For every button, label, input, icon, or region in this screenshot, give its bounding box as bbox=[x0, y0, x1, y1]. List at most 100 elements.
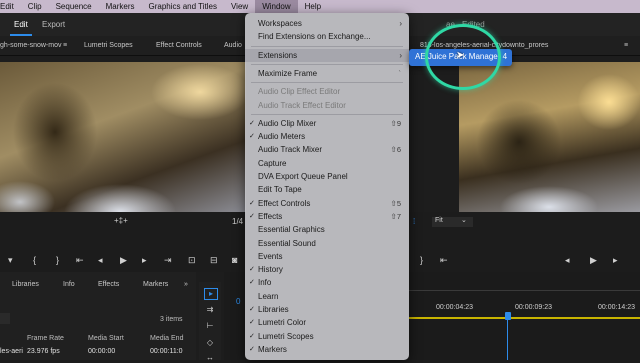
menu-markers[interactable]: Markers bbox=[99, 0, 142, 13]
timeline-timecode: 00:00:04:23 bbox=[436, 304, 473, 311]
menu-item-label: Learn bbox=[258, 291, 279, 301]
slip-icon[interactable]: ↔ bbox=[204, 353, 216, 363]
selection-tool-icon[interactable]: ▸ bbox=[204, 288, 218, 300]
row-name[interactable]: les-aeri bbox=[0, 348, 23, 355]
timeline-timecode: 00:00:09:23 bbox=[515, 304, 552, 311]
menu-item-workspaces[interactable]: Workspaces › bbox=[245, 17, 409, 30]
step-forward-icon[interactable]: ▸ bbox=[613, 255, 618, 266]
menu-item-label: Lumetri Color bbox=[258, 318, 307, 328]
go-to-in-icon[interactable]: ⇤ bbox=[440, 255, 448, 266]
menu-item-events[interactable]: Events bbox=[245, 250, 409, 263]
mark-out-icon[interactable]: } bbox=[420, 255, 423, 265]
menu-item-libraries[interactable]: ✓ Libraries bbox=[245, 303, 409, 316]
submenu-arrow-icon: › bbox=[399, 19, 402, 28]
tab-effects[interactable]: Effects bbox=[98, 281, 119, 288]
menu-sequence[interactable]: Sequence bbox=[49, 0, 99, 13]
menu-separator bbox=[251, 63, 403, 65]
checkmark-icon: ✓ bbox=[249, 306, 255, 313]
track-select-icon[interactable]: ⇉ bbox=[204, 305, 216, 315]
playhead-handle[interactable] bbox=[505, 312, 511, 320]
menu-item-shortcut: ⇧5 bbox=[390, 198, 401, 208]
tab-libraries[interactable]: Libraries bbox=[12, 281, 39, 288]
overwrite-icon[interactable]: ⊟ bbox=[210, 255, 218, 266]
menu-separator bbox=[251, 113, 403, 115]
zoom-fraction[interactable]: 1/4 bbox=[232, 217, 243, 226]
tab-markers[interactable]: Markers bbox=[143, 281, 168, 288]
workspace-tab-edit[interactable]: Edit bbox=[14, 20, 28, 29]
workspace-tab-export[interactable]: Export bbox=[42, 20, 65, 29]
step-back-icon[interactable]: ◂ bbox=[98, 255, 103, 266]
tab-info[interactable]: Info bbox=[63, 281, 75, 288]
go-to-in-icon[interactable]: ⇤ bbox=[76, 255, 84, 266]
menu-item-learn[interactable]: Learn bbox=[245, 290, 409, 303]
timeline-ruler bbox=[409, 290, 640, 291]
menu-edit[interactable]: Edit bbox=[0, 0, 21, 13]
menu-item-audio-clip-mixer[interactable]: ✓ Audio Clip Mixer ⇧9 bbox=[245, 117, 409, 130]
menu-separator bbox=[251, 45, 403, 47]
play-icon[interactable]: ▶ bbox=[590, 255, 597, 266]
menu-graphics-and-titles[interactable]: Graphics and Titles bbox=[142, 0, 224, 13]
menu-icon[interactable]: ≡ bbox=[63, 42, 67, 49]
play-icon[interactable]: ▶ bbox=[120, 255, 127, 266]
menu-help[interactable]: Help bbox=[298, 0, 328, 13]
chevron-down-icon[interactable]: ⌄ bbox=[461, 216, 467, 224]
step-forward-icon[interactable]: ▸ bbox=[142, 255, 147, 266]
menu-item-essential-sound[interactable]: Essential Sound bbox=[245, 237, 409, 250]
menu-item-history[interactable]: ✓ History bbox=[245, 263, 409, 276]
tab-audio[interactable]: Audio bbox=[224, 42, 242, 49]
row-media-start: 00:00:00 bbox=[88, 348, 116, 355]
source-clip-tab[interactable]: gh-some-snow-mov bbox=[0, 42, 61, 49]
menu-item-extensions[interactable]: Extensions › bbox=[245, 48, 409, 62]
source-video-frame[interactable] bbox=[0, 62, 246, 212]
program-timecode-icon: ⁞ bbox=[413, 217, 416, 226]
source-timecode-icon: +‡+ bbox=[114, 216, 128, 225]
search-input[interactable] bbox=[0, 313, 10, 324]
checkmark-icon: ✓ bbox=[249, 266, 255, 274]
checkmark-icon: ✓ bbox=[249, 279, 255, 287]
razor-icon[interactable]: ◇ bbox=[204, 338, 216, 348]
menu-view[interactable]: View bbox=[224, 0, 255, 13]
menu-item-markers[interactable]: ✓ Markers bbox=[245, 343, 409, 356]
menu-item-audio-track-mixer[interactable]: Audio Track Mixer ⇧6 bbox=[245, 143, 409, 156]
column-frame-rate[interactable]: Frame Rate bbox=[27, 335, 64, 342]
menu-item-lumetri-color[interactable]: ✓ Lumetri Color bbox=[245, 316, 409, 329]
menu-item-effect-controls[interactable]: ✓ Effect Controls ⇧5 bbox=[245, 197, 409, 210]
ripple-edit-icon[interactable]: ⊢ bbox=[204, 321, 216, 331]
menu-item-maximize-frame[interactable]: Maximize Frame ` bbox=[245, 67, 409, 80]
mark-out-icon[interactable]: } bbox=[56, 255, 59, 265]
checkmark-icon: ✓ bbox=[249, 212, 255, 220]
tab-effect-controls[interactable]: Effect Controls bbox=[156, 42, 202, 49]
column-media-start[interactable]: Media Start bbox=[88, 335, 124, 342]
menu-item-label: Audio Track Effect Editor bbox=[258, 100, 346, 110]
window-menu: Workspaces › Find Extensions on Exchange..… bbox=[245, 13, 409, 360]
menu-clip[interactable]: Clip bbox=[21, 0, 49, 13]
menu-item-capture[interactable]: Capture bbox=[245, 157, 409, 170]
menu-item-info[interactable]: ✓ Info bbox=[245, 276, 409, 289]
go-to-out-icon[interactable]: ⇥ bbox=[164, 255, 172, 266]
expand-panels-icon[interactable]: » bbox=[184, 281, 188, 288]
menu-item-find-extensions-on-exchange[interactable]: Find Extensions on Exchange... bbox=[245, 30, 409, 43]
menu-icon[interactable]: ≡ bbox=[624, 42, 628, 49]
menu-item-label: DVA Export Queue Panel bbox=[258, 172, 348, 181]
row-media-end: 00:00:11:0 bbox=[150, 348, 183, 355]
tab-lumetri-scopes[interactable]: Lumetri Scopes bbox=[84, 42, 133, 49]
menu-item-effects[interactable]: ✓ Effects ⇧7 bbox=[245, 210, 409, 223]
menu-item-shortcut: ⇧7 bbox=[390, 211, 401, 221]
camera-icon[interactable]: ◙ bbox=[232, 255, 237, 265]
program-video-frame[interactable] bbox=[459, 62, 640, 212]
menu-item-lumetri-scopes[interactable]: ✓ Lumetri Scopes bbox=[245, 330, 409, 343]
step-back-icon[interactable]: ◂ bbox=[565, 255, 570, 266]
menu-item-audio-clip-effect-editor: Audio Clip Effect Editor bbox=[245, 85, 409, 98]
menu-item-edit-to-tape[interactable]: Edit To Tape bbox=[245, 183, 409, 196]
menu-item-dva-export-queue-panel[interactable]: DVA Export Queue Panel bbox=[245, 170, 409, 183]
menu-item-essential-graphics[interactable]: Essential Graphics bbox=[245, 223, 409, 236]
menu-item-label: Capture bbox=[258, 158, 287, 168]
menu-item-label: Edit To Tape bbox=[258, 185, 302, 195]
menu-item-audio-meters[interactable]: ✓ Audio Meters bbox=[245, 130, 409, 143]
mark-in-icon[interactable]: { bbox=[33, 255, 36, 265]
marker-icon[interactable]: ▾ bbox=[8, 255, 13, 266]
column-media-end[interactable]: Media End bbox=[150, 335, 183, 342]
insert-icon[interactable]: ⊡ bbox=[188, 255, 196, 266]
work-area-bar[interactable] bbox=[409, 317, 640, 319]
menu-window[interactable]: Window bbox=[255, 0, 298, 13]
